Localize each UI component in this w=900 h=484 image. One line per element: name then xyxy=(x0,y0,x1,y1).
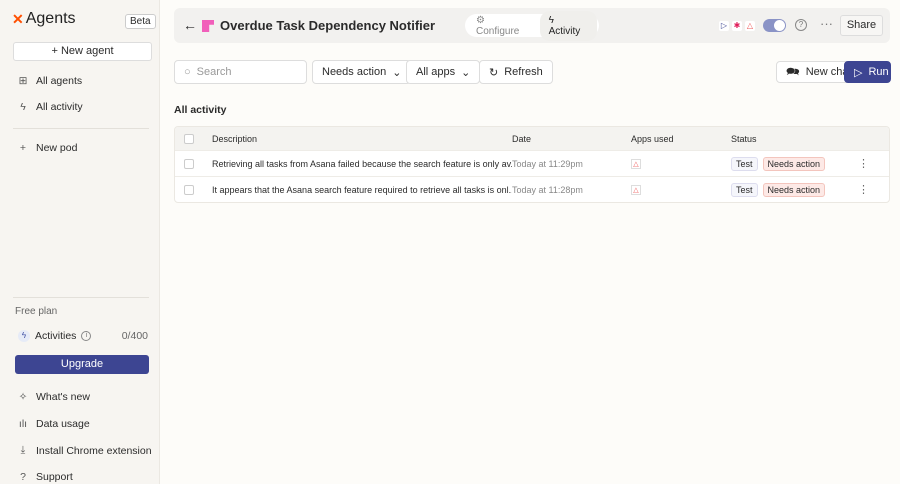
bar-chart-icon: ılı xyxy=(18,418,28,430)
grid-plus-icon: ⊞ xyxy=(18,75,28,87)
label: Needs action xyxy=(322,66,387,78)
refresh-button[interactable]: ↻ Refresh xyxy=(479,60,553,84)
sidebar-item-all-agents[interactable]: ⊞ All agents xyxy=(17,75,83,87)
date: Today at 11:28pm xyxy=(512,184,583,195)
status-badge: Needs action xyxy=(762,156,826,171)
activity-table: Description Date Apps used Status Retrie… xyxy=(174,126,890,203)
select-all-checkbox[interactable] xyxy=(184,133,194,144)
bolt-icon: ϟ xyxy=(548,14,554,26)
chevron-down-icon: ⌄ xyxy=(461,66,471,79)
search-placeholder: Search xyxy=(196,66,232,78)
agent-toggle[interactable] xyxy=(763,19,786,32)
plus-icon: + xyxy=(19,142,27,154)
zapier-icon: ✕ xyxy=(12,10,24,27)
tab-activity[interactable]: ϟ Activity xyxy=(539,10,597,41)
beta-badge: Beta xyxy=(125,14,156,29)
label: All activity xyxy=(36,101,83,113)
activities-count: 0/400 xyxy=(121,330,148,342)
plan-label: Free plan xyxy=(15,306,58,317)
refresh-icon: ↻ xyxy=(489,66,499,79)
asana-icon: △ xyxy=(745,21,755,31)
date: Today at 11:29pm xyxy=(512,158,583,169)
play-icon: ▷ xyxy=(854,66,863,79)
activities-usage: ϟ Activities i 0/400 xyxy=(18,330,148,342)
status-badge: Needs action xyxy=(762,182,826,197)
asana-icon: △ xyxy=(631,159,641,169)
sidebar-item-all-activity[interactable]: ϟ All activity xyxy=(17,101,83,113)
sidebar: ✕ Agents Beta + New agent ⊞ All agents ϟ Al… xyxy=(0,0,160,484)
logo-text: Agents xyxy=(25,10,76,27)
divider xyxy=(13,297,149,298)
label: Support xyxy=(36,471,73,483)
info-icon[interactable]: i xyxy=(81,331,92,341)
logo[interactable]: ✕ Agents xyxy=(12,10,76,28)
back-arrow-icon[interactable]: ← xyxy=(183,17,197,33)
tab-label: Activity xyxy=(548,25,581,37)
row-checkbox[interactable] xyxy=(184,158,194,169)
row-menu-icon[interactable]: ⋮ xyxy=(858,157,869,170)
new-agent-label: New agent xyxy=(60,45,114,57)
label: New pod xyxy=(36,142,78,154)
search-input[interactable]: ○ Search xyxy=(174,60,307,84)
run-button[interactable]: ▷ Run xyxy=(844,61,891,83)
bolt-icon: ϟ xyxy=(18,330,30,342)
test-badge: Test xyxy=(731,156,758,171)
table-row[interactable]: It appears that the Asana search feature… xyxy=(175,176,889,202)
description: Retrieving all tasks from Asana failed b… xyxy=(212,158,512,169)
column-header: Status xyxy=(731,133,757,144)
agent-icon xyxy=(202,20,214,32)
download-icon: ⤓ xyxy=(20,444,26,456)
label: What's new xyxy=(36,391,90,403)
chevron-down-icon: ⌄ xyxy=(392,66,402,79)
divider xyxy=(13,128,149,129)
label: Refresh xyxy=(504,66,543,78)
search-icon: ○ xyxy=(184,66,191,78)
table-header: Description Date Apps used Status xyxy=(175,127,889,150)
sidebar-item-whats-new[interactable]: ✧ What's new xyxy=(17,391,90,403)
sidebar-item-chrome-extension[interactable]: ⤓ Install Chrome extension xyxy=(17,444,152,457)
sidebar-item-new-pod[interactable]: + New pod xyxy=(17,142,78,154)
help-icon[interactable]: ? xyxy=(795,19,807,31)
label: All apps xyxy=(416,66,456,78)
asana-icon: △ xyxy=(631,185,641,195)
sidebar-item-data-usage[interactable]: ılı Data usage xyxy=(17,418,90,430)
plus-icon: + xyxy=(51,45,61,57)
chat-icon: 🗪 xyxy=(786,65,800,78)
connected-apps: ▷ ✱ △ xyxy=(719,21,755,31)
page-title: Overdue Task Dependency Notifier xyxy=(220,18,436,33)
slack-icon: ✱ xyxy=(732,21,742,31)
gear-icon: ⚙ xyxy=(476,14,485,26)
new-agent-button[interactable]: + New agent xyxy=(13,42,152,61)
status-filter-dropdown[interactable]: Needs action ⌄ xyxy=(312,60,412,84)
column-header: Apps used xyxy=(631,133,674,144)
sidebar-item-support[interactable]: ? Support xyxy=(17,471,73,483)
row-checkbox[interactable] xyxy=(184,184,194,195)
help-circle-icon: ? xyxy=(20,471,26,483)
tab-label: Configure xyxy=(476,25,520,37)
label: Install Chrome extension xyxy=(36,444,152,457)
bolt-icon: ϟ xyxy=(20,101,26,113)
view-tabs: ⚙ Configure ϟ Activity xyxy=(465,10,599,41)
label: All agents xyxy=(36,75,83,87)
more-options-icon[interactable]: ··· xyxy=(820,16,833,31)
section-title: All activity xyxy=(174,104,227,116)
play-app-icon: ▷ xyxy=(719,21,729,31)
tab-configure[interactable]: ⚙ Configure xyxy=(467,11,540,41)
column-header: Description xyxy=(212,133,258,144)
activities-label: Activities xyxy=(35,330,77,342)
column-header: Date xyxy=(512,133,532,144)
sparkle-icon: ✧ xyxy=(18,391,28,403)
label: Data usage xyxy=(36,418,90,430)
share-button[interactable]: Share xyxy=(840,15,883,36)
description: It appears that the Asana search feature… xyxy=(212,184,512,195)
agent-header: ← Overdue Task Dependency Notifier ⚙ Con… xyxy=(174,8,890,43)
test-badge: Test xyxy=(731,182,758,197)
apps-filter-dropdown[interactable]: All apps ⌄ xyxy=(406,60,481,84)
table-row[interactable]: Retrieving all tasks from Asana failed b… xyxy=(175,150,889,176)
upgrade-button[interactable]: Upgrade xyxy=(15,355,149,374)
row-menu-icon[interactable]: ⋮ xyxy=(858,183,869,196)
label: Run xyxy=(868,66,889,78)
